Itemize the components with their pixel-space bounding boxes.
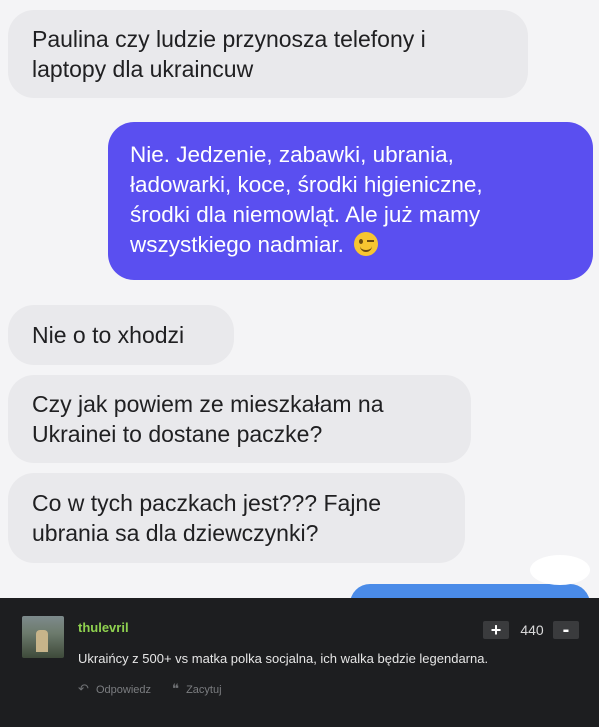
upvote-button[interactable]: + — [483, 621, 509, 639]
message-bubble-3: Nie o to xhodzi — [8, 305, 234, 365]
message-bubble-1: Paulina czy ludzie przynosza telefony i … — [8, 10, 528, 98]
message-1-line-1: Paulina czy ludzie przynosza telefony i — [32, 26, 426, 52]
quote-button[interactable]: ❝ Zacytuj — [172, 681, 222, 697]
chat-screenshot: Paulina czy ludzie przynosza telefony i … — [0, 0, 599, 598]
comment-text: Ukraińcy z 500+ vs matka polka socjalna,… — [78, 651, 489, 666]
comment-username[interactable]: thulevril — [78, 620, 129, 635]
message-5-line-1: Co w tych paczkach jest??? Fajne — [32, 490, 382, 516]
message-2-line-1: Nie. Jedzenie, zabawki, ubrania, — [130, 142, 454, 167]
message-2-line-4: wszystkiego nadmiar. — [130, 232, 344, 257]
message-bubble-2: Nie. Jedzenie, zabawki, ubrania, ładowar… — [108, 122, 593, 280]
quote-icon: ❝ — [172, 681, 179, 696]
message-bubble-5: Co w tych paczkach jest??? Fajne ubrania… — [8, 473, 465, 563]
quote-label: Zacytuj — [186, 684, 222, 696]
message-5-line-2: ubrania sa dla dziewczynki? — [32, 520, 319, 546]
reply-label: Odpowiedz — [95, 684, 152, 696]
winking-face-emoji-icon — [354, 232, 379, 256]
message-2-line-2: ładowarki, koce, środki higieniczne, — [130, 172, 483, 197]
message-bubble-4: Czy jak powiem ze mieszkałam na Ukrainei… — [8, 375, 471, 463]
message-1-line-2: laptopy dla ukraincuw — [32, 56, 254, 82]
comment-score: 440 — [520, 622, 544, 638]
reply-arrow-icon: ↶ — [78, 681, 89, 696]
downvote-button[interactable]: - — [553, 620, 579, 640]
reply-button[interactable]: ↶ Odpowiedz — [78, 681, 151, 697]
scroll-indicator — [530, 555, 590, 585]
message-3-line-1: Nie o to xhodzi — [32, 322, 185, 348]
message-bubble-partial — [350, 584, 590, 598]
avatar[interactable] — [22, 616, 64, 658]
message-2-line-3: środki dla niemowląt. Ale już mamy — [130, 202, 481, 227]
message-4-line-2: Ukrainei to dostane paczke? — [32, 421, 323, 447]
message-4-line-1: Czy jak powiem ze mieszkałam na — [32, 391, 384, 417]
